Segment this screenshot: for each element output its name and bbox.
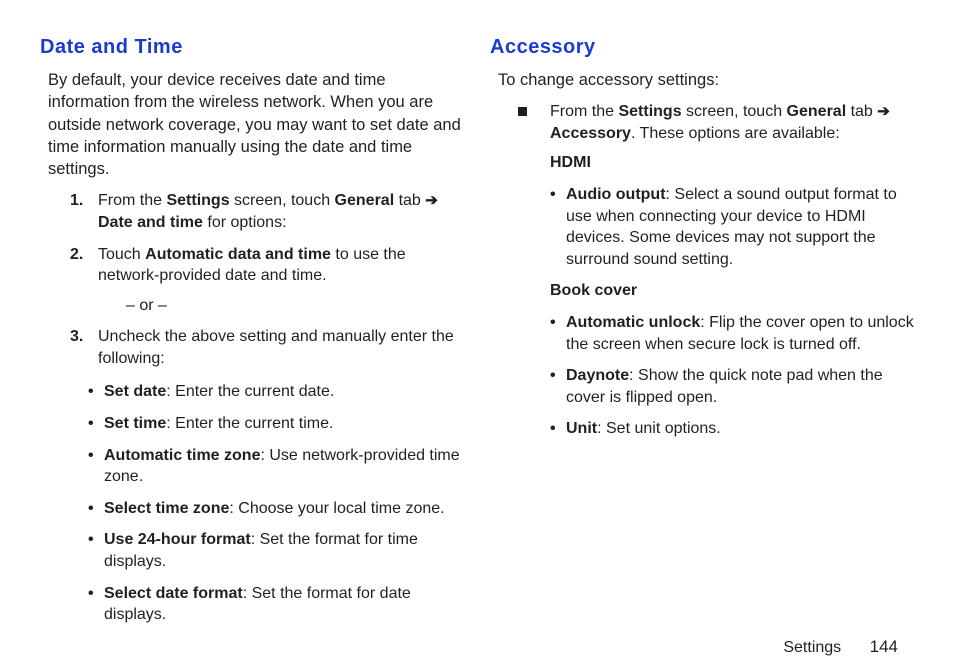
date-and-time-intro: By default, your device receives date an… bbox=[48, 69, 464, 180]
date-and-time-label: Date and time bbox=[98, 214, 203, 231]
option-select-date-format: Select date format: Set the format for d… bbox=[88, 583, 464, 626]
settings-label: Settings bbox=[166, 192, 229, 209]
text-fragment: . These options are available: bbox=[631, 125, 840, 142]
date-time-steps-list: 1. From the Settings screen, touch Gener… bbox=[40, 190, 464, 626]
page-footer: Settings 144 bbox=[40, 636, 914, 659]
date-time-options-list: Set date: Enter the current date. Set ti… bbox=[88, 381, 464, 625]
text-fragment: From the bbox=[98, 192, 166, 209]
right-column: Accessory To change accessory settings: … bbox=[490, 34, 914, 636]
option-desc: : Enter the current time. bbox=[166, 415, 333, 432]
two-column-layout: Date and Time By default, your device re… bbox=[40, 34, 914, 636]
step-3: 3. Uncheck the above setting and manuall… bbox=[70, 326, 464, 626]
text-fragment: for options: bbox=[203, 214, 287, 231]
text-fragment: tab bbox=[394, 192, 425, 209]
step-2: 2. Touch Automatic data and time to use … bbox=[70, 244, 464, 317]
step-number: 1. bbox=[70, 190, 83, 212]
text-fragment: From the bbox=[550, 103, 618, 120]
option-label: Automatic unlock bbox=[566, 314, 700, 331]
date-and-time-heading: Date and Time bbox=[40, 34, 464, 61]
automatic-data-and-time-label: Automatic data and time bbox=[145, 246, 331, 263]
accessory-heading: Accessory bbox=[490, 34, 914, 61]
text-fragment: screen, touch bbox=[682, 103, 787, 120]
accessory-nav-step: From the Settings screen, touch General … bbox=[506, 101, 914, 440]
book-cover-subheading: Book cover bbox=[550, 280, 914, 302]
option-label: Select time zone bbox=[104, 500, 229, 517]
option-set-time: Set time: Enter the current time. bbox=[88, 413, 464, 435]
step-text: Uncheck the above setting and manually e… bbox=[98, 328, 454, 367]
general-tab-label: General bbox=[335, 192, 395, 209]
or-separator: – or – bbox=[126, 295, 464, 317]
option-24-hour-format: Use 24-hour format: Set the format for t… bbox=[88, 529, 464, 572]
step-1: 1. From the Settings screen, touch Gener… bbox=[70, 190, 464, 233]
option-desc: : Choose your local time zone. bbox=[229, 500, 444, 517]
accessory-label: Accessory bbox=[550, 125, 631, 142]
step-number: 3. bbox=[70, 326, 83, 348]
settings-label: Settings bbox=[618, 103, 681, 120]
text-fragment: tab bbox=[846, 103, 877, 120]
option-select-time-zone: Select time zone: Choose your local time… bbox=[88, 498, 464, 520]
step-text: Touch Automatic data and time to use the… bbox=[98, 246, 406, 285]
option-label: Set date bbox=[104, 383, 166, 400]
option-auto-time-zone: Automatic time zone: Use network-provide… bbox=[88, 445, 464, 488]
hdmi-subheading: HDMI bbox=[550, 152, 914, 174]
arrow-icon: ➔ bbox=[877, 102, 890, 122]
left-column: Date and Time By default, your device re… bbox=[40, 34, 464, 636]
footer-page-number: 144 bbox=[870, 636, 898, 659]
option-label: Audio output bbox=[566, 186, 666, 203]
step-text: From the Settings screen, touch General … bbox=[98, 192, 438, 231]
arrow-icon: ➔ bbox=[425, 191, 438, 211]
option-set-date: Set date: Enter the current date. bbox=[88, 381, 464, 403]
option-automatic-unlock: Automatic unlock: Flip the cover open to… bbox=[550, 312, 914, 355]
text-fragment: screen, touch bbox=[230, 192, 335, 209]
footer-section-name: Settings bbox=[783, 639, 841, 656]
option-label: Unit bbox=[566, 420, 597, 437]
option-label: Select date format bbox=[104, 585, 243, 602]
step-number: 2. bbox=[70, 244, 83, 266]
option-desc: : Set unit options. bbox=[597, 420, 721, 437]
option-label: Daynote bbox=[566, 367, 629, 384]
option-audio-output: Audio output: Select a sound output form… bbox=[550, 184, 914, 270]
manual-page: Date and Time By default, your device re… bbox=[0, 0, 954, 636]
option-desc: : Enter the current date. bbox=[166, 383, 334, 400]
accessory-intro: To change accessory settings: bbox=[498, 69, 914, 91]
option-label: Automatic time zone bbox=[104, 447, 260, 464]
option-label: Set time bbox=[104, 415, 166, 432]
text-fragment: Touch bbox=[98, 246, 145, 263]
option-unit: Unit: Set unit options. bbox=[550, 418, 914, 440]
hdmi-options-list: Audio output: Select a sound output form… bbox=[550, 184, 914, 270]
book-cover-options-list: Automatic unlock: Flip the cover open to… bbox=[550, 312, 914, 440]
general-tab-label: General bbox=[787, 103, 847, 120]
option-daynote: Daynote: Show the quick note pad when th… bbox=[550, 365, 914, 408]
option-label: Use 24-hour format bbox=[104, 531, 251, 548]
